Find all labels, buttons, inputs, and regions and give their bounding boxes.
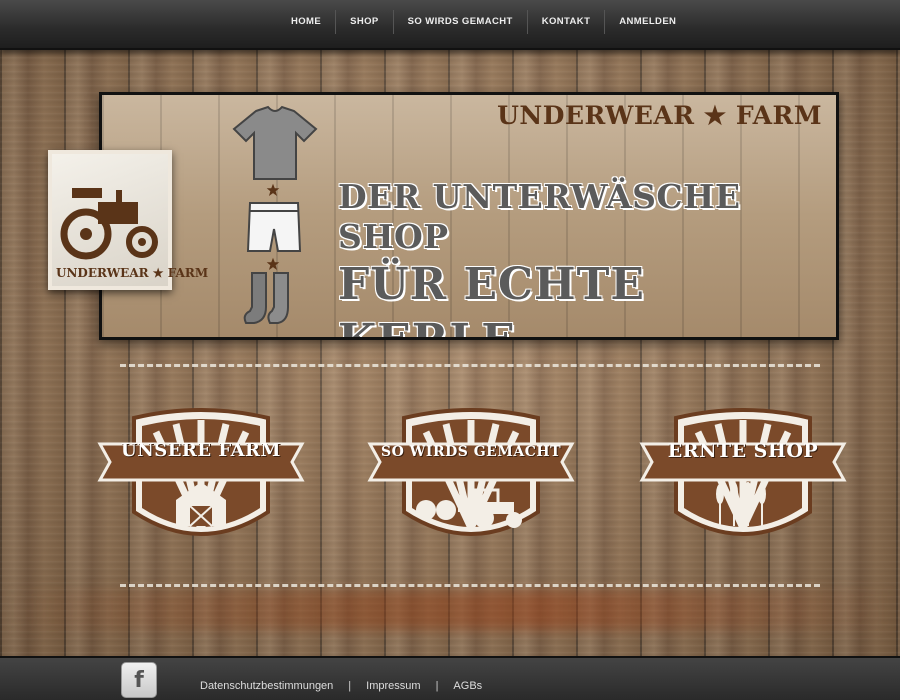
- tshirt-icon: [232, 105, 318, 180]
- boxer-shorts-icon: [246, 202, 302, 252]
- link-datenschutz[interactable]: Datenschutzbestimmungen: [200, 680, 333, 692]
- nav-anmelden[interactable]: ANMELDEN: [605, 10, 690, 34]
- farm-logo-card[interactable]: UNDERWEAR ★ FARM: [48, 150, 209, 290]
- dashed-seam-bottom: [120, 584, 820, 587]
- nav-so-wirds-gemacht[interactable]: SO WIRDS GEMACHT: [394, 10, 528, 34]
- link-impressum[interactable]: Impressum: [366, 680, 420, 692]
- footer-links: Datenschutzbestimmungen | Impressum | AG…: [200, 680, 482, 692]
- headline-line-1: DER UNTERWÄSCHE SHOP: [338, 177, 741, 256]
- banner-headline: DER UNTERWÄSCHE SHOP FÜR ECHTE KERLE: [338, 177, 836, 337]
- link-agbs[interactable]: AGBs: [453, 680, 482, 692]
- badge-so-wirds-gemacht[interactable]: SO WIRDS GEMACHT: [366, 408, 576, 548]
- badge-ernte-shop-label: ERNTE SHOP: [667, 440, 819, 462]
- facebook-icon[interactable]: f: [121, 662, 157, 698]
- logo-card-text: UNDERWEAR ★ FARM: [56, 266, 209, 280]
- dashed-seam-top: [120, 364, 820, 367]
- headline-line-2: FÜR ECHTE KERLE: [338, 259, 645, 337]
- socks-icon: [243, 272, 289, 324]
- badge-unsere-farm-label: UNSERE FARM: [121, 440, 281, 461]
- badge-so-wirds-gemacht-label: SO WIRDS GEMACHT: [381, 444, 561, 460]
- badge-ernte-shop[interactable]: ERNTE SHOP: [638, 408, 848, 548]
- nav-kontakt[interactable]: KONTAKT: [528, 10, 606, 34]
- barn-icon: [176, 482, 226, 527]
- banner-brand-logo: UNDERWEAR ★ FARM: [497, 101, 822, 130]
- badge-unsere-farm[interactable]: UNSERE FARM: [96, 408, 306, 548]
- nav-shop[interactable]: SHOP: [336, 10, 394, 34]
- rust-stain: [0, 590, 900, 630]
- nav-home[interactable]: HOME: [277, 10, 337, 34]
- tractor-logo-icon: [60, 188, 158, 260]
- star-icon: [266, 183, 280, 196]
- footer-separator: |: [348, 680, 352, 692]
- star-icon-2: [266, 257, 280, 270]
- hero-banner: UNDERWEAR ★ FARM DER UNTERWÄSCHE SHOP FÜ…: [99, 92, 839, 340]
- top-nav-bar: HOME SHOP SO WIRDS GEMACHT KONTAKT ANMEL…: [0, 0, 900, 50]
- footer-separator: |: [435, 680, 439, 692]
- tractor-icon: [416, 488, 522, 528]
- main-nav: HOME SHOP SO WIRDS GEMACHT KONTAKT ANMEL…: [277, 10, 690, 34]
- wheat-icon: [716, 482, 766, 526]
